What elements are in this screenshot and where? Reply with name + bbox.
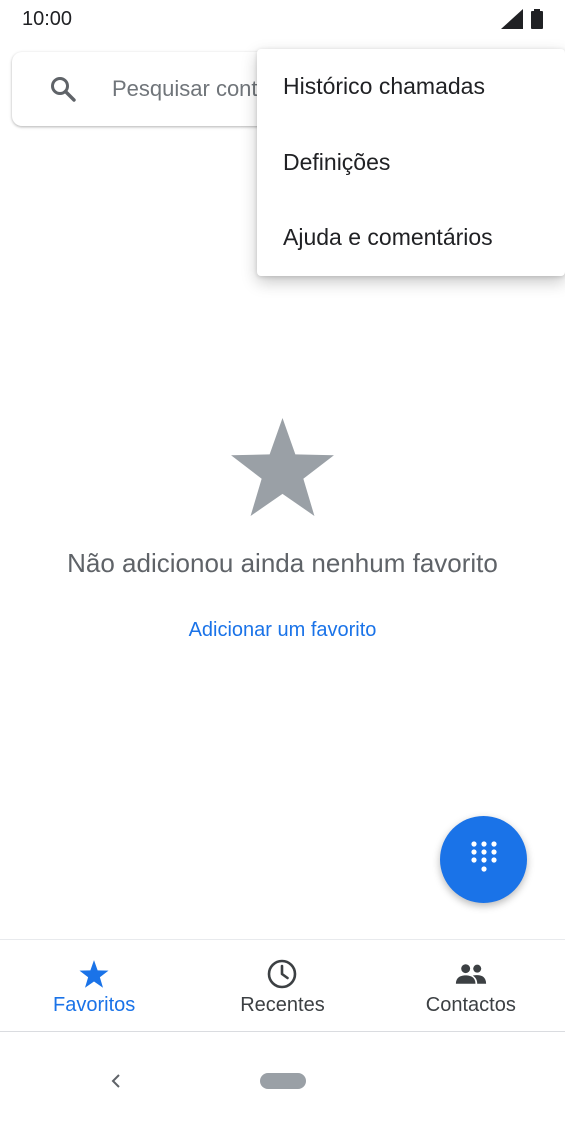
tab-contacts[interactable]: Contactos [377, 940, 565, 1031]
search-icon[interactable] [50, 76, 76, 102]
empty-state-message: Não adicionou ainda nenhum favorito [67, 548, 498, 578]
tab-label: Recentes [240, 994, 325, 1016]
status-icons [501, 9, 543, 34]
status-bar: 10:00 [0, 0, 565, 40]
add-favorite-link[interactable]: Adicionar um favorito [0, 619, 565, 642]
menu-item-settings[interactable]: Definições [257, 125, 565, 201]
star-icon [229, 418, 336, 520]
menu-item-help-feedback[interactable]: Ajuda e comentários [257, 200, 565, 276]
tab-favorites[interactable]: Favoritos [0, 940, 188, 1031]
clock-icon [266, 958, 298, 990]
dialpad-icon [470, 840, 498, 879]
signal-icon [501, 9, 523, 34]
tab-recents[interactable]: Recentes [188, 940, 376, 1031]
overflow-menu: Histórico chamadas Definições Ajuda e co… [257, 49, 565, 276]
tab-label: Contactos [425, 994, 516, 1016]
star-icon [78, 958, 110, 990]
status-time: 10:00 [22, 8, 73, 30]
back-icon[interactable] [104, 1069, 128, 1093]
menu-item-call-history[interactable]: Histórico chamadas [257, 49, 565, 125]
home-pill-button[interactable] [260, 1073, 306, 1089]
people-icon [455, 958, 487, 990]
battery-icon [531, 9, 543, 34]
dialpad-button[interactable] [440, 816, 527, 903]
tab-label: Favoritos [53, 994, 136, 1016]
bottom-navigation: Favoritos Recentes Contactos [0, 939, 565, 1032]
dialer-screen: 10:00 Histórico chamadas Definições Ajud… [0, 0, 565, 1130]
